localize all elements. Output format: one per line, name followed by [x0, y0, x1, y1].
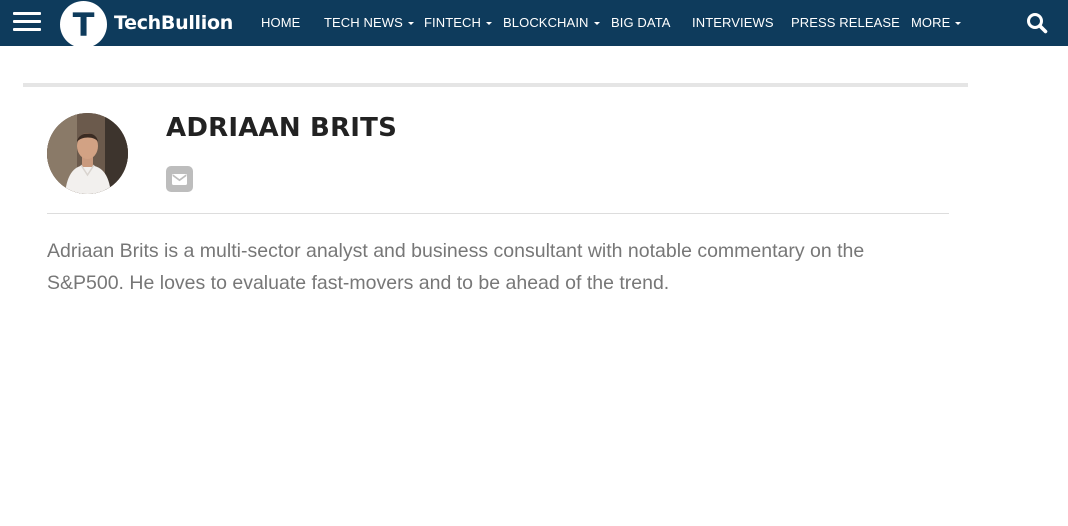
nav-item-label: TECH NEWS: [324, 15, 403, 30]
author-bio: Adriaan Brits is a multi-sector analyst …: [47, 240, 865, 294]
search-icon[interactable]: [1026, 12, 1048, 34]
content-top-divider: [23, 83, 968, 87]
hamburger-line: [13, 12, 41, 15]
nav-item-fintech[interactable]: FINTECH: [424, 15, 493, 30]
nav-item-label: FINTECH: [424, 15, 482, 30]
nav-item-tech-news[interactable]: TECH NEWS: [324, 15, 414, 30]
nav-item-label: BLOCKCHAIN: [503, 15, 589, 30]
nav-item-more[interactable]: MORE: [911, 15, 962, 30]
caret-down-icon: [407, 22, 414, 25]
email-button[interactable]: [166, 166, 193, 192]
caret-down-icon: [955, 22, 962, 25]
author-name: ADRIAAN BRITS: [166, 113, 398, 143]
nav-item-label: MORE: [911, 15, 951, 30]
nav-item-label: HOME: [261, 15, 301, 30]
nav-item-home[interactable]: HOME: [261, 15, 300, 30]
logo-text: TechBullion: [114, 12, 233, 34]
caret-down-icon: [593, 22, 600, 25]
nav-item-interviews[interactable]: INTERVIEWS: [692, 15, 774, 30]
nav-item-big-data[interactable]: BIG DATA: [611, 15, 671, 30]
caret-down-icon: [486, 22, 493, 25]
author-avatar: [47, 113, 128, 194]
hamburger-menu-icon[interactable]: [13, 11, 41, 33]
hamburger-line: [13, 20, 41, 23]
top-navigation-bar: T TechBullion HOME TECH NEWS FINTECH BLO…: [0, 0, 1068, 48]
nav-item-label: PRESS RELEASE: [791, 15, 900, 30]
site-logo[interactable]: T TechBullion: [60, 0, 233, 48]
nav-item-press-release[interactable]: PRESS RELEASE: [791, 15, 900, 30]
envelope-icon: [172, 174, 187, 185]
bio-divider: [47, 213, 949, 214]
hamburger-line: [13, 28, 41, 31]
nav-item-label: BIG DATA: [611, 15, 671, 30]
logo-letter: T: [73, 6, 95, 44]
nav-item-label: INTERVIEWS: [692, 15, 774, 30]
nav-item-blockchain[interactable]: BLOCKCHAIN: [503, 15, 600, 30]
logo-badge: T: [60, 1, 107, 48]
